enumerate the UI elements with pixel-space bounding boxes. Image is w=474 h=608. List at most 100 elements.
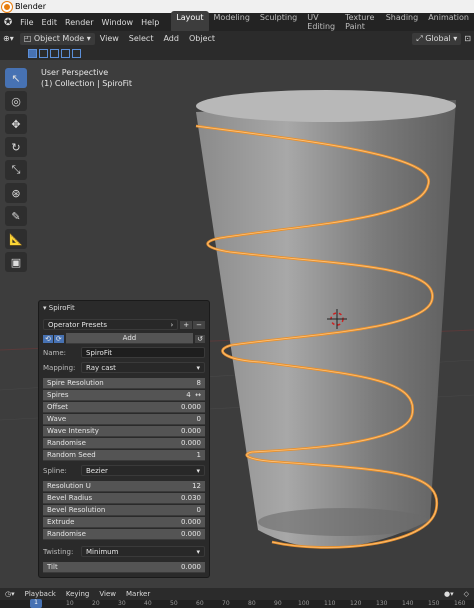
field-label: Spire Resolution [47,379,104,387]
header-view[interactable]: View [95,34,124,43]
twisting-label: Twisting: [43,547,74,556]
operator-presets-dropdown[interactable]: Operator Presets › [43,319,179,330]
field-value: 0.000 [180,439,201,447]
chevron-down-icon: ▾ [196,466,200,475]
panel-header[interactable]: ▾ SpiroFit [39,301,209,314]
timeline-marker[interactable]: Marker [121,590,155,598]
add-button[interactable]: Add [65,333,194,344]
header-add[interactable]: Add [158,34,184,43]
select-box-tool-icon[interactable]: ↖ [5,68,27,88]
field-row: Spires 4 ↔ [43,390,205,401]
current-frame-marker[interactable]: 1 [30,599,42,608]
ruler-tick: 90 [274,600,282,607]
randomise-field[interactable]: Randomise 0.000 [43,529,205,540]
refresh-icon[interactable]: ⟲ [43,334,53,343]
field-label: Wave Intensity [47,427,99,435]
swap-arrows-icon[interactable]: ↔ [195,391,201,399]
menu-file[interactable]: File [16,18,37,27]
bevel-resolution-field[interactable]: Bevel Resolution 0 [43,505,205,516]
offset-field[interactable]: Offset 0.000 [43,402,205,413]
panel-title: SpiroFit [48,303,75,312]
scale-tool-icon[interactable]: ⤡ [5,160,27,180]
timeline-playback[interactable]: Playback [20,590,61,598]
remove-preset-icon[interactable]: − [193,320,205,329]
undo-icon[interactable]: ↺ [195,334,205,343]
add-cube-tool-icon[interactable]: ▣ [5,252,27,272]
rotate-tool-icon[interactable]: ↻ [5,137,27,157]
spline-dropdown[interactable]: Bezier ▾ [81,465,205,476]
tab-modeling[interactable]: Modeling [209,11,255,33]
ruler-tick: 150 [428,600,440,607]
tab-texture-paint[interactable]: Texture Paint [340,11,381,33]
pivot-icon[interactable]: ⊡ [461,33,474,45]
timeline-view[interactable]: View [94,590,121,598]
resolution-u-field[interactable]: Resolution U 12 [43,481,205,492]
header-select[interactable]: Select [124,34,159,43]
add-preset-icon[interactable]: + [180,320,193,329]
select-extend-icon[interactable] [39,48,48,58]
cursor-tool-icon[interactable]: ◎ [5,91,27,111]
tab-sculpting[interactable]: Sculpting [255,11,302,33]
blender-menu-icon[interactable]: ✪ [0,13,16,31]
tab-animation[interactable]: Animation [423,11,474,33]
name-input[interactable]: SpiroFit [81,347,205,358]
bevel-radius-field[interactable]: Bevel Radius 0.030 [43,493,205,504]
timeline-editor-icon[interactable]: ◷▾ [0,590,20,598]
ruler-tick: 30 [118,600,126,607]
ruler-tick: 140 [402,600,414,607]
spires-field[interactable]: Spires 4 ↔ [43,390,205,401]
editor-type-button[interactable]: ⊕▾ [0,33,17,45]
menu-window[interactable]: Window [98,18,138,27]
tab-layout[interactable]: Layout [171,11,209,33]
extrude-field[interactable]: Extrude 0.000 [43,517,205,528]
field-label: Bevel Radius [47,494,93,502]
orientation-label: Global [425,34,451,43]
move-tool-icon[interactable]: ✥ [5,114,27,134]
timeline-ruler[interactable]: 10 20 30 40 50 60 70 80 90 100 110 120 1… [0,600,474,608]
spline-value: Bezier [86,466,108,475]
viewport-header: ⊕▾ ◰ Object Mode ▾ View Select Add Objec… [0,31,474,46]
measure-tool-icon[interactable]: 📐 [5,229,27,249]
viewport-collection-label: (1) Collection | SpiroFit [41,79,132,88]
field-row: Bevel Radius 0.030 [43,493,205,504]
header-object[interactable]: Object [184,34,220,43]
twisting-row: Twisting: Minimum ▾ [43,546,205,557]
menu-render[interactable]: Render [61,18,97,27]
timeline-header: ◷▾ Playback Keying View Marker ●▾ ◇ [0,588,474,599]
field-row: Random Seed 1 [43,450,205,461]
twisting-dropdown[interactable]: Minimum ▾ [81,546,205,557]
mode-dropdown[interactable]: ◰ Object Mode ▾ [19,32,95,45]
name-label: Name: [43,348,67,357]
wave-intensity-field[interactable]: Wave Intensity 0.000 [43,426,205,437]
ruler-tick: 120 [350,600,362,607]
ruler-tick: 100 [298,600,310,607]
add-row: ⟲ ⟳ Add ↺ [43,333,205,344]
tab-shading[interactable]: Shading [381,11,424,33]
field-label: Extrude [47,518,75,526]
annotate-tool-icon[interactable]: ✎ [5,206,27,226]
record-icon[interactable]: ●▾ [439,590,459,598]
select-invert-icon[interactable] [61,48,70,58]
repeat-icon[interactable]: ⟳ [53,334,64,343]
cylinder-bottom [258,508,430,536]
random-seed-field[interactable]: Random Seed 1 [43,450,205,461]
select-subtract-icon[interactable] [50,48,59,58]
menu-edit[interactable]: Edit [38,18,62,27]
randomise-field[interactable]: Randomise 0.000 [43,438,205,449]
spire-resolution-field[interactable]: Spire Resolution 8 [43,378,205,389]
tab-uv-editing[interactable]: UV Editing [302,11,340,33]
mapping-dropdown[interactable]: Ray cast ▾ [81,362,205,373]
select-new-icon[interactable] [28,48,37,58]
3d-viewport[interactable]: User Perspective (1) Collection | SpiroF… [0,60,474,588]
keyframe-icon[interactable]: ◇ [459,590,474,598]
menu-help[interactable]: Help [137,18,163,27]
transform-orientation-dropdown[interactable]: ⤢ Global ▾ [412,32,462,45]
field-value: 0.000 [180,518,201,526]
wave-field[interactable]: Wave 0 [43,414,205,425]
transform-tool-icon[interactable]: ⊛ [5,183,27,203]
tilt-field[interactable]: Tilt 0.000 [43,562,205,573]
ruler-tick: 70 [222,600,230,607]
operator-presets-label: Operator Presets [48,320,108,329]
select-intersect-icon[interactable] [72,48,81,58]
timeline-keying[interactable]: Keying [61,590,95,598]
